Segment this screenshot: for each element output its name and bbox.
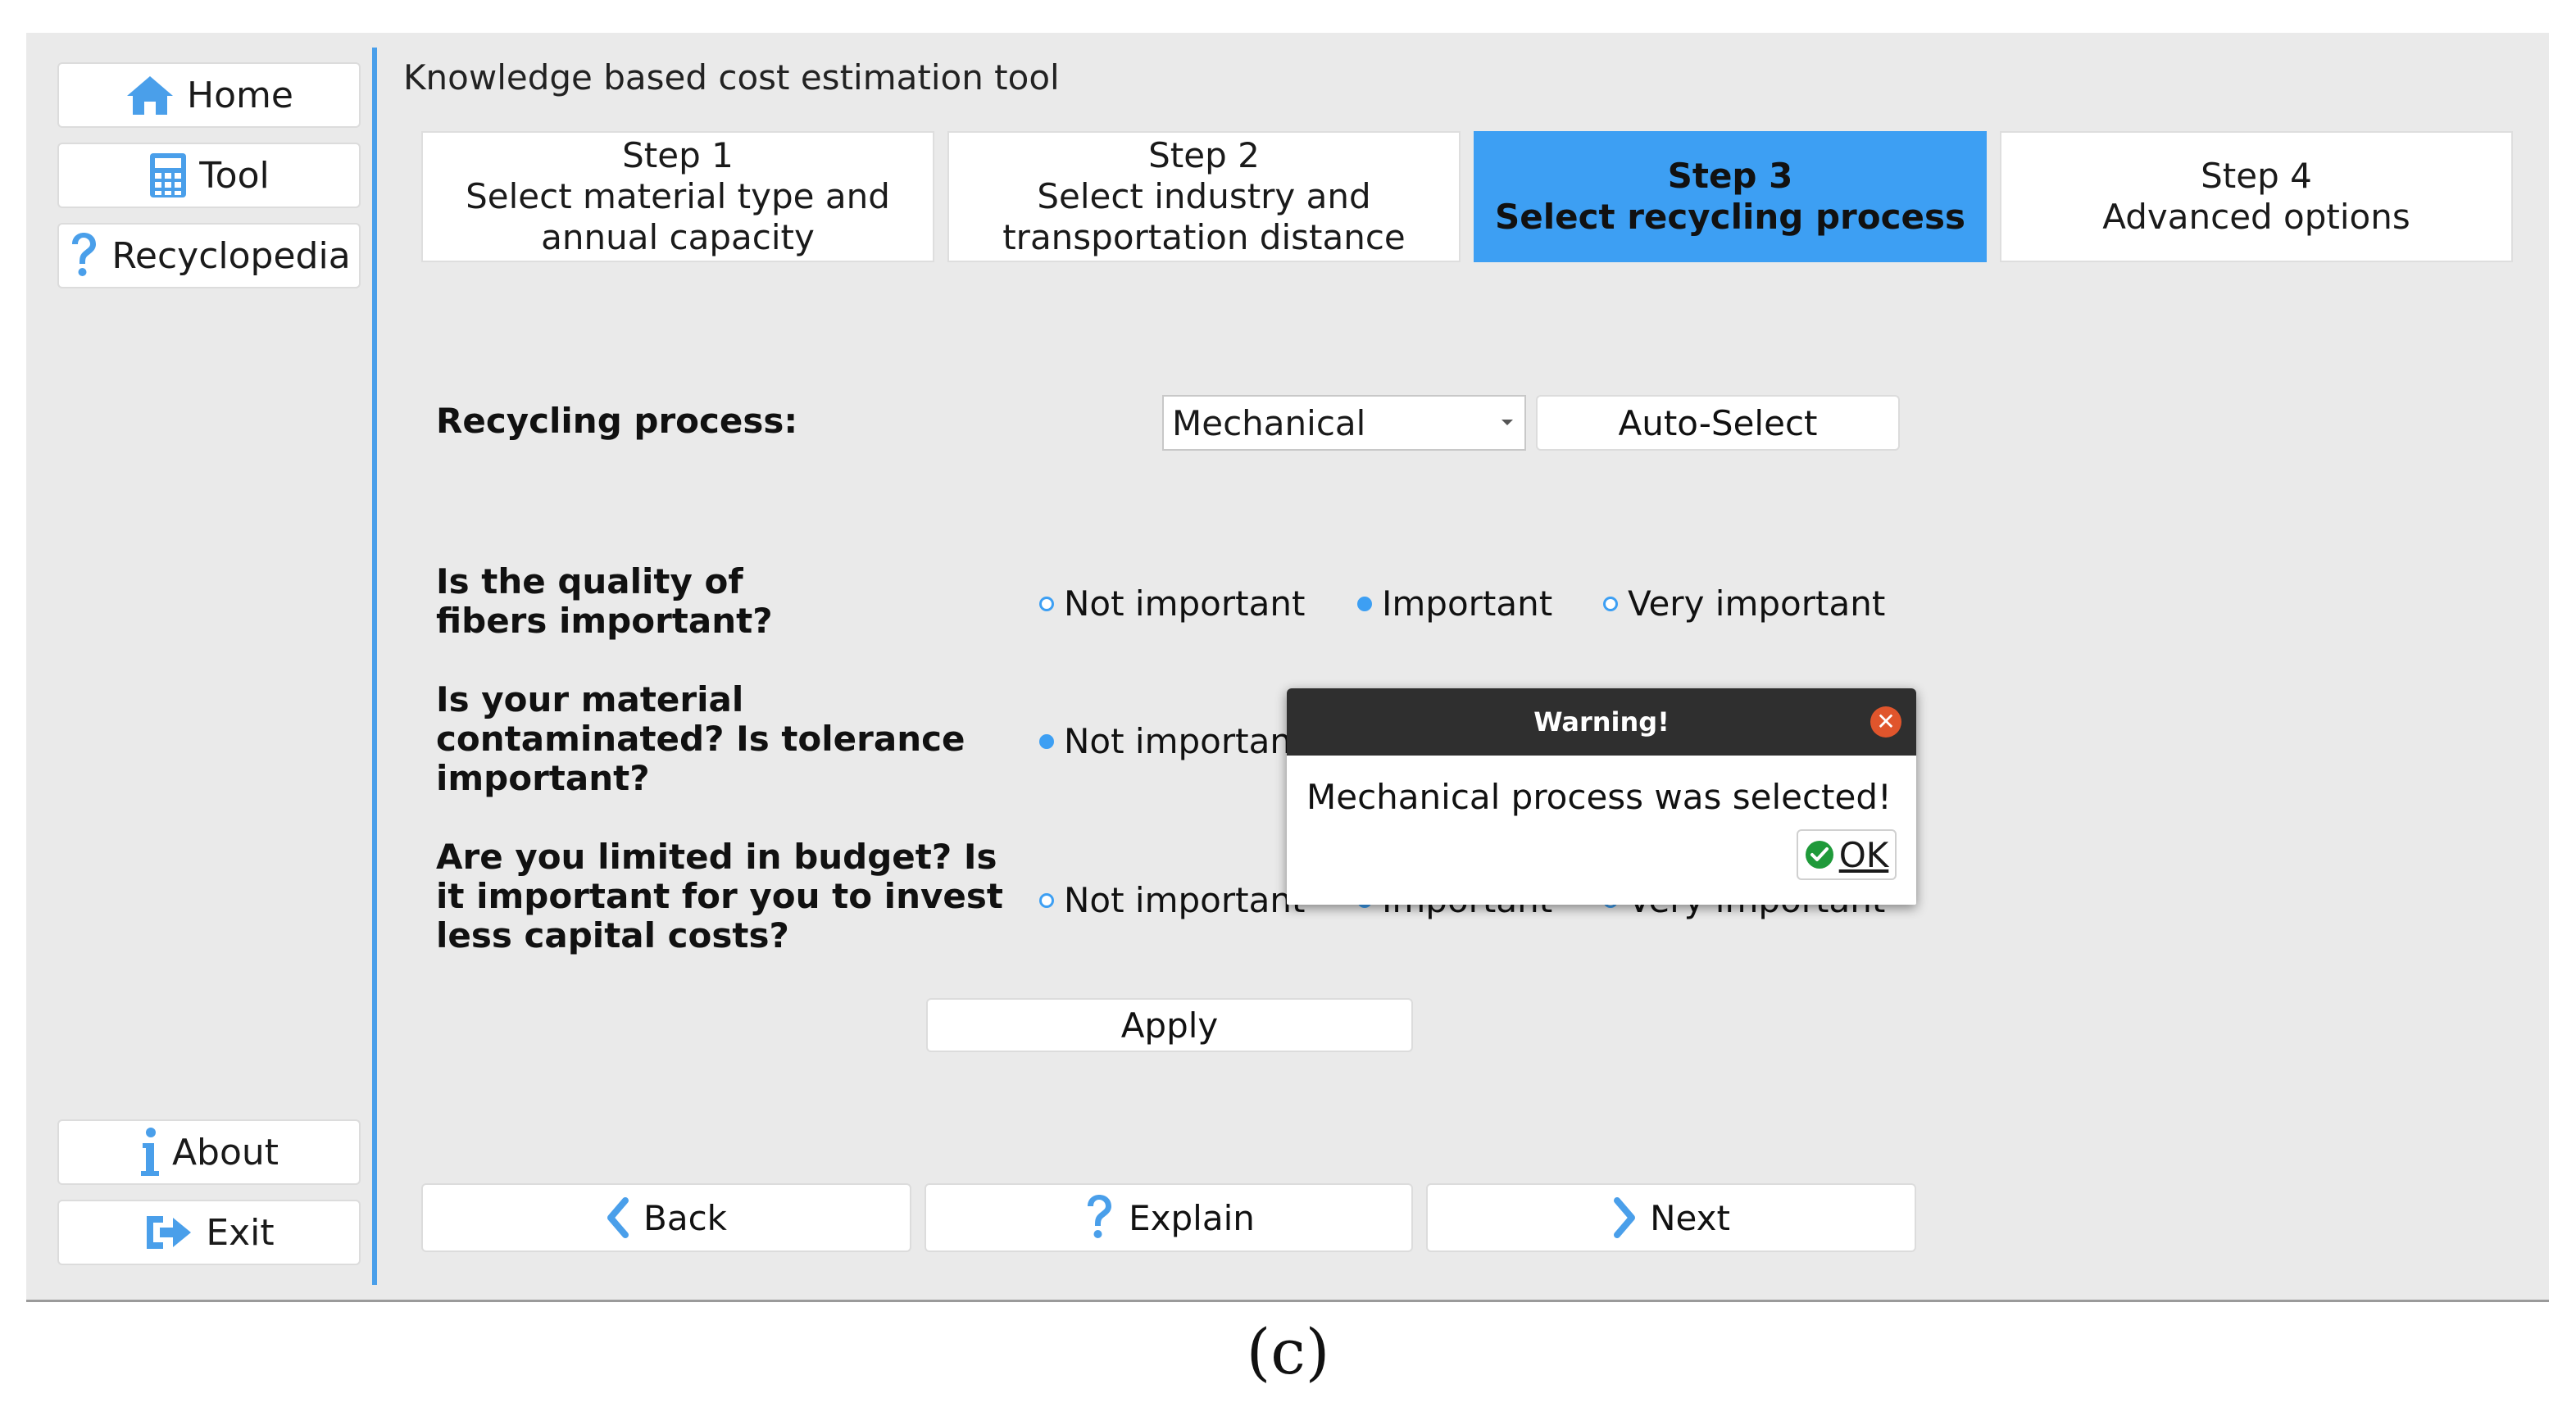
question-icon — [72, 233, 97, 276]
radio-q3-not-important[interactable]: Not important — [1039, 880, 1305, 920]
sidebar-item-exit[interactable]: Exit — [57, 1200, 361, 1265]
sidebar-item-about[interactable]: About — [57, 1119, 361, 1185]
question-contamination: Is your material contaminated? Is tolera… — [436, 679, 965, 798]
back-button[interactable]: Back — [421, 1183, 911, 1252]
sidebar-item-label: Recyclopedia — [111, 234, 351, 277]
tab-step-3[interactable]: Step 3 Select recycling process — [1474, 131, 1987, 262]
calculator-icon — [150, 153, 187, 197]
explain-label: Explain — [1129, 1197, 1255, 1238]
radio-dot — [1039, 733, 1054, 749]
page-title: Knowledge based cost estimation tool — [403, 57, 1060, 98]
window-bottom-border — [26, 1300, 2549, 1302]
ok-label: OK — [1838, 834, 1889, 875]
sidebar-divider — [372, 48, 377, 1285]
radio-label: Not important — [1064, 880, 1306, 920]
radio-dot — [1039, 596, 1054, 611]
sidebar-item-label: About — [171, 1131, 279, 1173]
home-icon — [127, 76, 174, 115]
sidebar-item-label: Home — [187, 74, 293, 116]
step-title: Step 2 — [1148, 135, 1260, 175]
chevron-right-icon — [1614, 1197, 1636, 1238]
step-subtitle: Select material type and annual capacity — [466, 176, 890, 257]
recycling-process-label: Recycling process: — [436, 401, 798, 441]
figure-caption: (c) — [1246, 1315, 1330, 1388]
step-subtitle: Advanced options — [2102, 197, 2410, 237]
radio-label: Not important — [1064, 583, 1306, 624]
close-icon[interactable]: ✕ — [1870, 706, 1901, 738]
chevron-down-icon — [1502, 420, 1513, 425]
chevron-left-icon — [607, 1197, 629, 1238]
radio-q1-important[interactable]: Important — [1357, 583, 1552, 624]
sidebar-item-label: Exit — [206, 1211, 275, 1254]
recycling-process-value: Mechanical — [1172, 402, 1366, 443]
next-label: Next — [1650, 1197, 1730, 1238]
sidebar-item-label: Tool — [199, 154, 270, 197]
info-icon — [140, 1128, 159, 1176]
sidebar-item-home[interactable]: Home — [57, 62, 361, 128]
dialog-message: Mechanical process was selected! — [1306, 777, 1892, 817]
radio-dot — [1039, 892, 1054, 908]
radio-q1-not-important[interactable]: Not important — [1039, 583, 1305, 624]
tab-step-2[interactable]: Step 2 Select industry and transportatio… — [947, 131, 1461, 262]
radio-label: Very important — [1628, 583, 1886, 624]
next-button[interactable]: Next — [1426, 1183, 1916, 1252]
radio-label: Not important — [1064, 721, 1306, 761]
dialog-titlebar: Warning! ✕ — [1287, 688, 1916, 756]
apply-button[interactable]: Apply — [926, 998, 1413, 1052]
recycling-process-select[interactable]: Mechanical — [1162, 395, 1526, 451]
app-window: Home Tool Recyclopedia About Exit Knowle… — [26, 33, 2549, 1300]
step-subtitle: Select recycling process — [1495, 197, 1965, 237]
explain-button[interactable]: Explain — [925, 1183, 1413, 1252]
radio-q2-not-important[interactable]: Not important — [1039, 721, 1305, 761]
radio-q1-very-important[interactable]: Very important — [1603, 583, 1885, 624]
auto-select-label: Auto-Select — [1618, 402, 1818, 443]
tab-step-4[interactable]: Step 4 Advanced options — [2000, 131, 2513, 262]
question-budget: Are you limited in budget? Is it importa… — [436, 837, 1003, 955]
check-circle-icon — [1805, 841, 1833, 869]
radio-dot — [1603, 596, 1618, 611]
radio-dot — [1357, 596, 1372, 611]
warning-dialog: Warning! ✕ Mechanical process was select… — [1287, 688, 1916, 905]
tab-step-1[interactable]: Step 1 Select material type and annual c… — [421, 131, 934, 262]
auto-select-button[interactable]: Auto-Select — [1536, 395, 1900, 451]
step-title: Step 3 — [1667, 156, 1793, 196]
apply-label: Apply — [1120, 1005, 1219, 1046]
sidebar-item-tool[interactable]: Tool — [57, 143, 361, 208]
step-title: Step 4 — [2201, 156, 2312, 196]
ok-button[interactable]: OK — [1797, 829, 1897, 880]
sidebar-item-recyclopedia[interactable]: Recyclopedia — [57, 223, 361, 288]
radio-label: Important — [1382, 583, 1553, 624]
dialog-title: Warning! — [1533, 706, 1670, 738]
exit-icon — [147, 1216, 192, 1249]
step-title: Step 1 — [622, 135, 734, 175]
question-fiber-quality: Is the quality of fibers important? — [436, 561, 773, 641]
back-label: Back — [643, 1197, 727, 1238]
question-icon — [1088, 1195, 1112, 1238]
step-subtitle: Select industry and transportation dista… — [1002, 176, 1406, 257]
